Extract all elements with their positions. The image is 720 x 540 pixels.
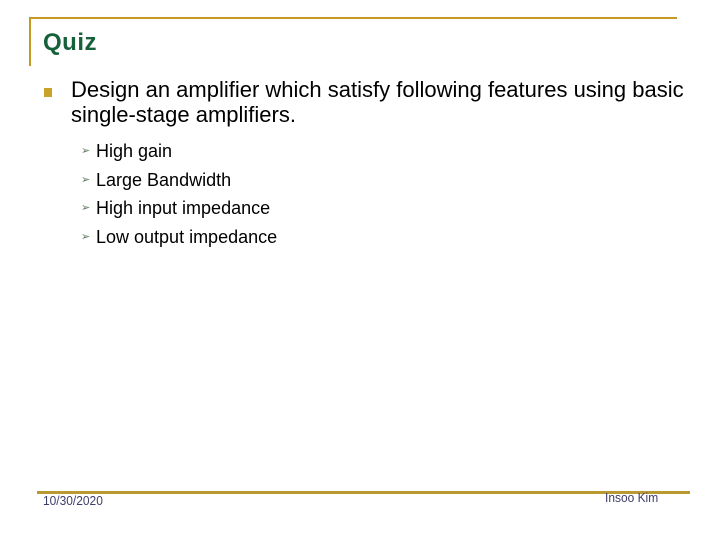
sub-bullet-list: ➢ High gain ➢ Large Bandwidth ➢ High inp…	[80, 137, 277, 252]
arrowhead-bullet-icon: ➢	[81, 173, 91, 186]
sub-bullet-text: High input impedance	[96, 198, 271, 219]
title-top-rule	[29, 17, 677, 19]
slide-title: Quiz	[43, 29, 97, 56]
slide: Quiz Design an amplifier which satisfy f…	[0, 0, 720, 540]
sub-bullet-item: ➢ Low output impedance	[80, 223, 277, 252]
sub-bullet-text: Large Bandwidth	[96, 169, 232, 190]
sub-bullet-text: High gain	[96, 141, 173, 161]
title-left-rule	[29, 17, 31, 66]
sub-bullet-item: ➢ High gain	[80, 137, 277, 166]
footer-date: 10/30/2020	[43, 493, 103, 508]
sub-bullet-item: ➢ Large Bandwidth	[80, 166, 277, 195]
sub-bullet-item: ➢ High input impedance	[80, 194, 277, 223]
arrowhead-bullet-icon: ➢	[81, 231, 91, 244]
arrowhead-bullet-icon: ➢	[81, 145, 91, 157]
footer-rule	[37, 491, 690, 494]
square-bullet-icon	[44, 88, 52, 97]
footer-author: Insoo Kim	[605, 490, 659, 505]
main-bullet-text: Design an amplifier which satisfy follow…	[71, 77, 684, 127]
arrowhead-bullet-icon: ➢	[81, 202, 91, 215]
sub-bullet-text: Low output impedance	[96, 227, 278, 248]
